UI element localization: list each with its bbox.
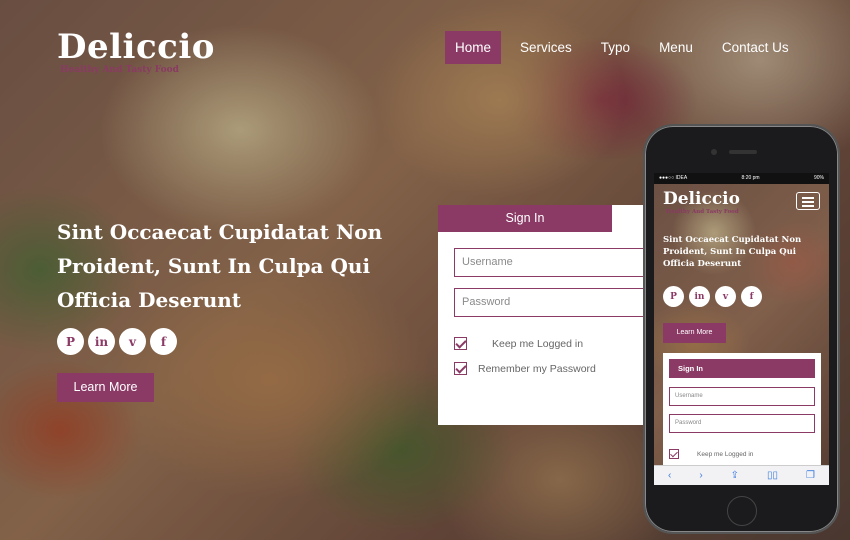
linkedin-icon[interactable]: in [689, 286, 710, 307]
nav-item-services[interactable]: Services [510, 31, 582, 64]
browser-toolbar: ‹ › ⇪ ▯▯ ❐ [654, 465, 829, 485]
username-input[interactable]: Username [454, 248, 654, 277]
linkedin-icon[interactable]: in [88, 328, 115, 355]
phone-screen: ●●●○○ IDEA 8:20 pm 90% Deliccio Healthy … [654, 173, 829, 485]
mobile-keep-logged-in-row: Keep me Logged in [669, 449, 753, 459]
facebook-icon[interactable]: f [150, 328, 177, 355]
main-nav: Home Services Typo Menu Contact Us [445, 31, 808, 64]
mobile-password-input[interactable]: Password [669, 414, 815, 433]
remember-password-row: Remember my Password [454, 362, 596, 375]
forward-arrow-icon[interactable]: › [699, 470, 702, 481]
tabs-icon[interactable]: ❐ [806, 470, 815, 481]
hero-title: Sint Occaecat Cupidatat Non Proident, Su… [57, 220, 383, 312]
bookmarks-icon[interactable]: ▯▯ [767, 470, 778, 481]
status-time: 8:20 pm [741, 175, 760, 181]
mobile-logo[interactable]: Deliccio Healthy And Tasty Food [663, 189, 740, 215]
social-links: P in v f [57, 328, 181, 355]
mobile-hero-title: Sint Occaecat Cupidatat Non Proident, Su… [663, 235, 802, 269]
phone-speaker [729, 150, 757, 154]
phone-mockup: ●●●○○ IDEA 8:20 pm 90% Deliccio Healthy … [643, 124, 840, 534]
pinterest-icon[interactable]: P [57, 328, 84, 355]
facebook-icon[interactable]: f [741, 286, 762, 307]
keep-logged-in-row: Keep me Logged in [454, 337, 583, 350]
phone-camera [711, 149, 717, 155]
vimeo-icon[interactable]: v [119, 328, 146, 355]
phone-home-button [727, 496, 757, 526]
share-icon[interactable]: ⇪ [731, 470, 739, 481]
mobile-logo-tagline: Healthy And Tasty Food [666, 209, 739, 215]
nav-item-typo[interactable]: Typo [591, 31, 640, 64]
mobile-signin-tab[interactable]: Sign In [669, 359, 815, 378]
signin-card: Sign In Username Password Keep me Logged… [438, 205, 654, 425]
keep-logged-in-label: Keep me Logged in [492, 337, 584, 350]
password-input[interactable]: Password [454, 288, 654, 317]
hamburger-menu-icon[interactable] [796, 192, 820, 210]
site-logo[interactable]: Deliccio Healthy And Tasty Food [57, 28, 215, 75]
remember-password-checkbox[interactable] [454, 362, 467, 375]
logo-title: Deliccio [57, 27, 215, 67]
mobile-learn-more-button[interactable]: Learn More [663, 323, 726, 343]
mobile-social-links: P in v f [663, 286, 767, 307]
back-arrow-icon[interactable]: ‹ [668, 470, 671, 481]
mobile-keep-logged-in-label: Keep me Logged in [697, 450, 754, 458]
mobile-logo-title: Deliccio [663, 189, 740, 209]
nav-item-home[interactable]: Home [445, 31, 502, 64]
pinterest-icon[interactable]: P [663, 286, 684, 307]
vimeo-icon[interactable]: v [715, 286, 736, 307]
nav-item-contact-us[interactable]: Contact Us [712, 31, 799, 64]
learn-more-button[interactable]: Learn More [57, 373, 154, 402]
keep-logged-in-checkbox[interactable] [454, 337, 467, 350]
nav-item-menu[interactable]: Menu [649, 31, 703, 64]
signin-tab[interactable]: Sign In [438, 205, 612, 232]
mobile-keep-logged-in-checkbox[interactable] [669, 449, 679, 459]
status-battery: 90% [813, 175, 824, 181]
remember-password-label: Remember my Password [478, 362, 596, 375]
mobile-username-input[interactable]: Username [669, 387, 815, 406]
phone-status-bar: ●●●○○ IDEA 8:20 pm 90% [654, 173, 829, 184]
status-carrier: ●●●○○ IDEA [659, 175, 688, 181]
